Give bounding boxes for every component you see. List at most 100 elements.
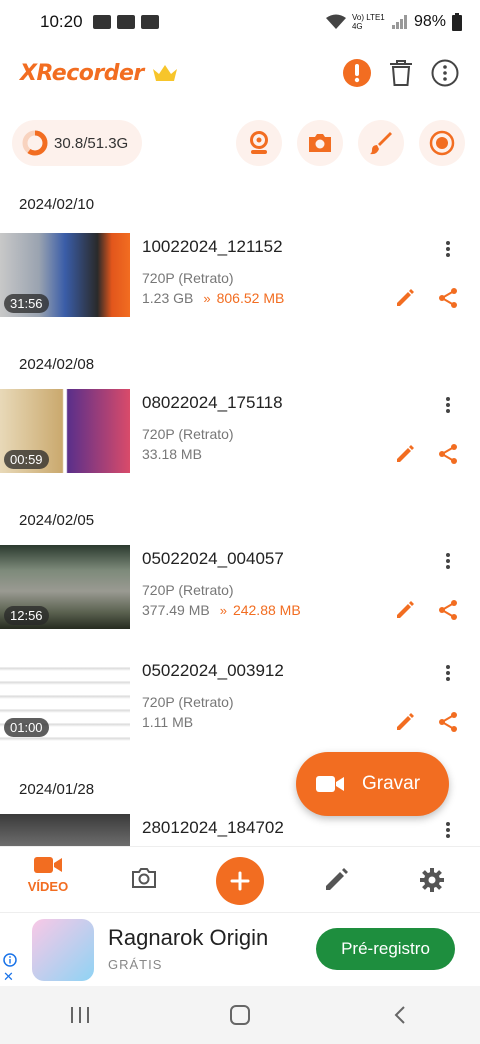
video-name: 08022024_175118: [142, 393, 283, 412]
video-thumbnail[interactable]: [0, 814, 130, 846]
alert-button[interactable]: [342, 58, 372, 88]
video-name: 05022024_004057: [142, 549, 284, 568]
alert-icon: [343, 59, 371, 87]
video-item[interactable]: 28012024_184702: [0, 814, 480, 846]
back-icon: [394, 1006, 405, 1024]
bottom-nav: VÍDEO: [0, 846, 480, 912]
section-date: 2024/02/08: [19, 356, 95, 373]
video-resolution: 720P (Retrato): [142, 582, 234, 598]
signal-icon: [391, 15, 407, 29]
compressed-size: 806.52 MB: [216, 290, 285, 306]
ad-close-icon[interactable]: ✕: [3, 969, 14, 985]
home-button[interactable]: [220, 995, 260, 1035]
edit-icon[interactable]: [394, 287, 416, 309]
camera-icon: [309, 134, 331, 152]
more-vert-icon: [431, 59, 459, 87]
video-duration: 01:00: [4, 718, 49, 737]
more-options-button[interactable]: [430, 58, 460, 88]
video-duration: 00:59: [4, 450, 49, 469]
pencil-icon: [326, 868, 348, 890]
share-icon[interactable]: [437, 443, 459, 465]
section-date: 2024/02/05: [19, 512, 95, 529]
nav-video-label: VÍDEO: [27, 879, 69, 894]
record-fab-label: Gravar: [362, 773, 421, 794]
storage-indicator[interactable]: 30.8/51.3G: [12, 120, 142, 166]
video-thumbnail[interactable]: 31:56: [0, 233, 130, 317]
video-size: 1.11 MB: [142, 714, 194, 730]
more-vert-icon[interactable]: [438, 663, 458, 683]
camera-icon: [132, 868, 156, 888]
recents-button[interactable]: [60, 995, 100, 1035]
share-icon[interactable]: [437, 287, 459, 309]
nav-screenshots[interactable]: [114, 867, 174, 889]
video-thumbnail[interactable]: 00:59: [0, 389, 130, 473]
edit-icon[interactable]: [394, 599, 416, 621]
crown-icon[interactable]: [152, 63, 178, 83]
video-thumbnail[interactable]: 01:00: [0, 657, 130, 741]
plus-icon: [230, 871, 250, 891]
ad-subtitle: GRÁTIS: [108, 957, 163, 972]
app-header: XRecorder: [0, 50, 480, 96]
wifi-icon: [325, 14, 346, 29]
ad-cta-button[interactable]: Pré-registro: [316, 928, 455, 970]
video-name: 10022024_121152: [142, 237, 283, 256]
more-vert-icon[interactable]: [438, 551, 458, 571]
brush-icon: [370, 132, 392, 155]
app-logo: XRecorder: [20, 60, 144, 86]
more-vert-icon[interactable]: [438, 395, 458, 415]
video-item[interactable]: 12:56 05022024_004057 720P (Retrato) 377…: [0, 545, 480, 631]
home-icon: [230, 1005, 250, 1025]
video-item[interactable]: 00:59 08022024_175118 720P (Retrato) 33.…: [0, 389, 480, 475]
video-camera-icon: [34, 857, 62, 873]
video-item[interactable]: 31:56 10022024_121152 720P (Retrato) 1.2…: [0, 233, 480, 319]
video-resolution: 720P (Retrato): [142, 426, 234, 442]
ad-info-icon[interactable]: [3, 953, 17, 967]
record-icon: [429, 130, 455, 156]
nav-video[interactable]: VÍDEO: [18, 855, 78, 894]
compressed-size: 242.88 MB: [232, 602, 301, 618]
more-vert-icon[interactable]: [438, 820, 458, 840]
facecam-icon: [250, 131, 268, 154]
video-size: 33.18 MB: [142, 446, 202, 462]
app-notification-icon: [140, 15, 159, 29]
nav-add-button[interactable]: [216, 857, 264, 905]
video-name: 05022024_003912: [142, 661, 284, 680]
brush-button[interactable]: [358, 120, 404, 166]
back-button[interactable]: [380, 995, 420, 1035]
battery-percent: 98%: [413, 13, 446, 30]
trash-icon: [390, 60, 412, 86]
quick-toolbar: 30.8/51.3G: [0, 118, 480, 170]
video-camera-icon: [316, 776, 344, 792]
storage-ring-icon: [22, 130, 48, 156]
record-button[interactable]: [419, 120, 465, 166]
nav-edit[interactable]: [306, 867, 366, 893]
screenshot-button[interactable]: [297, 120, 343, 166]
share-icon[interactable]: [437, 711, 459, 733]
video-size: 1.23 GB: [142, 290, 194, 306]
facecam-button[interactable]: [236, 120, 282, 166]
status-time: 10:20: [40, 12, 83, 31]
video-size: 377.49 MB: [142, 602, 210, 618]
nav-settings[interactable]: [402, 867, 462, 893]
network-label: Vo) LTE1 4G: [351, 13, 385, 31]
gear-icon: [420, 868, 444, 892]
ad-app-icon: [32, 919, 94, 981]
share-icon[interactable]: [437, 599, 459, 621]
video-notification-icon: [92, 15, 111, 29]
video-duration: 31:56: [4, 294, 49, 313]
video-thumbnail[interactable]: 12:56: [0, 545, 130, 629]
video-item[interactable]: 01:00 05022024_003912 720P (Retrato) 1.1…: [0, 657, 480, 743]
more-vert-icon[interactable]: [438, 239, 458, 259]
compress-arrow-icon: »: [219, 602, 227, 618]
status-bar: 10:20 Vo) LTE1 4G 98%: [0, 0, 480, 44]
battery-icon: [452, 13, 462, 31]
video-resolution: 720P (Retrato): [142, 270, 234, 286]
delete-button[interactable]: [386, 58, 416, 88]
edit-icon[interactable]: [394, 711, 416, 733]
record-fab-button[interactable]: Gravar: [296, 752, 449, 816]
edit-icon[interactable]: [394, 443, 416, 465]
section-date: 2024/02/10: [19, 196, 95, 213]
ad-title: Ragnarok Origin: [108, 925, 269, 950]
ad-banner[interactable]: ✕ Ragnarok Origin GRÁTIS Pré-registro: [0, 912, 480, 986]
storage-text: 30.8/51.3G: [54, 134, 129, 152]
